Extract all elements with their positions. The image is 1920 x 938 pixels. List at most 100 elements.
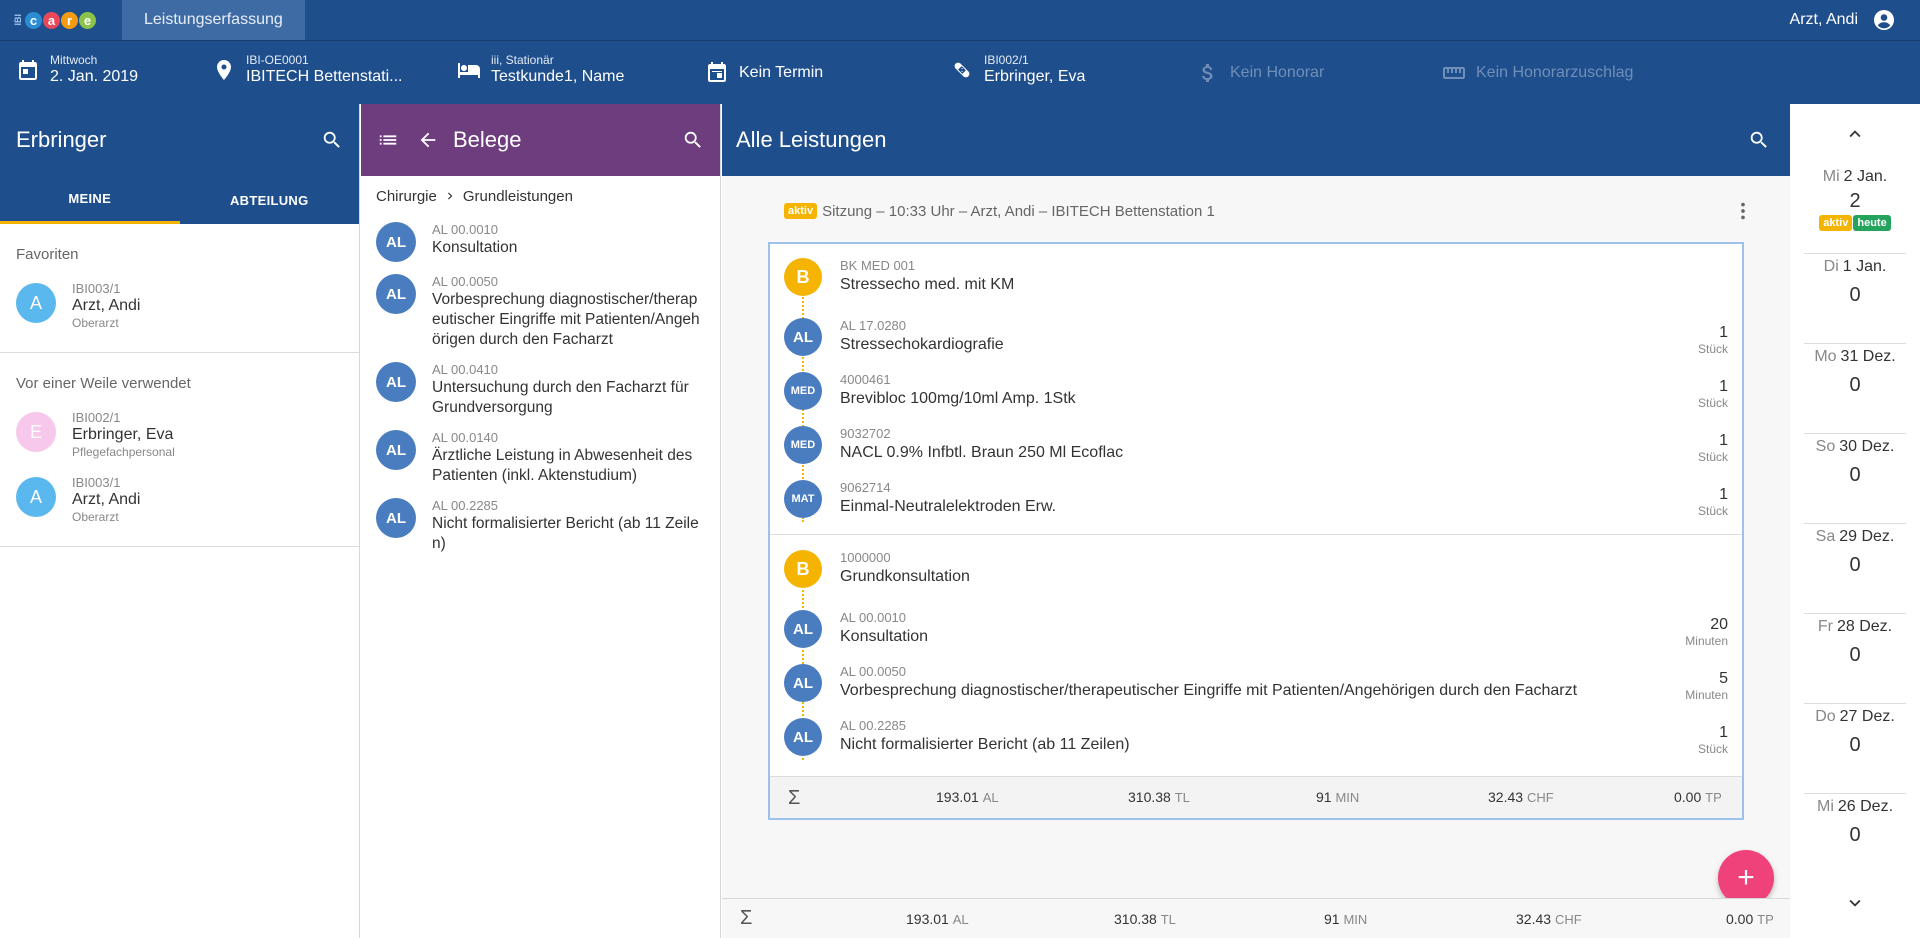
breadcrumb-item[interactable]: Chirurgie — [376, 188, 437, 205]
item-code: AL 00.0410 — [432, 362, 499, 377]
context-erbringer-id: IBI002/1 — [984, 53, 1029, 67]
sum-value: 193.01 — [906, 911, 949, 927]
day-weekday: Sa — [1815, 528, 1836, 545]
list-item[interactable]: AL AL 00.0140 Ärztliche Leistung in Abwes… — [361, 424, 720, 492]
tab-meine[interactable]: MEINE — [0, 176, 180, 224]
group-header[interactable]: B BK MED 001 Stressecho med. mit KM — [770, 250, 1742, 304]
table-row[interactable]: AL AL 00.2285 Nicht formalisierter Beric… — [770, 710, 1742, 764]
tab-abteilung[interactable]: ABTEILUNG — [180, 176, 360, 224]
leistungen-header: Alle Leistungen — [722, 104, 1790, 176]
item-code: 4000461 — [840, 372, 891, 387]
divider — [770, 534, 1742, 535]
item-name: Stressecho med. mit KM — [840, 276, 1015, 293]
day-date: 31 Dez. — [1840, 348, 1896, 365]
avatar: AL — [376, 274, 416, 314]
list-item[interactable]: AL AL 00.0410 Untersuchung durch den Fach… — [361, 356, 720, 424]
group-header[interactable]: B 1000000 Grundkonsultation — [770, 542, 1742, 596]
context-honorar[interactable]: Kein Honorar — [1196, 61, 1324, 85]
app-logo[interactable]: IBI c a r e — [0, 0, 122, 40]
calendar-day[interactable]: Mi 26 Dez. 0 — [1804, 794, 1906, 884]
more-vert-icon[interactable] — [1732, 200, 1754, 222]
sum-unit: MIN — [1335, 790, 1360, 805]
table-row[interactable]: AL AL 00.0050 Vorbesprechung diagnostisc… — [770, 656, 1742, 710]
account-circle-icon[interactable] — [1872, 8, 1896, 32]
calendar-down-button[interactable] — [1790, 892, 1920, 914]
recent-person[interactable]: A IBI003/1 Arzt, Andi Oberarzt — [0, 467, 359, 532]
search-icon[interactable] — [682, 129, 704, 151]
card-summary-row: Σ 193.01 AL 310.38 TL 91 MIN 32.43 CHF 0… — [770, 776, 1742, 818]
table-row[interactable]: AL AL 17.0280 Stressechokardiografie 1 S… — [770, 310, 1742, 364]
session-header[interactable]: aktiv Sitzung – 10:33 Uhr – Arzt, Andi –… — [784, 194, 1754, 228]
sum-value: 91 — [1316, 789, 1332, 805]
avatar: B — [784, 258, 822, 296]
day-weekday: Fr — [1817, 618, 1833, 635]
avatar: AL — [376, 222, 416, 262]
table-row[interactable]: AL AL 00.0010 Konsultation 20 Minuten — [770, 602, 1742, 656]
calendar-day[interactable]: Mi 2 Jan. 2 aktiv heute — [1804, 164, 1906, 254]
sum-value: 32.43 — [1516, 911, 1552, 927]
sum-tl: 310.38 TL — [1128, 789, 1190, 805]
day-count: 0 — [1849, 374, 1861, 396]
calendar-day[interactable]: Do 27 Dez. 0 — [1804, 704, 1906, 794]
context-location[interactable]: IBI-OE0001 IBITECH Bettenstati... — [212, 53, 403, 87]
divider — [0, 546, 359, 547]
calendar-day[interactable]: Fr 28 Dez. 0 — [1804, 614, 1906, 704]
dollar-icon — [1202, 64, 1213, 82]
day-date: 27 Dez. — [1839, 708, 1895, 725]
person-name: Arzt, Andi — [72, 297, 141, 314]
day-count: 0 — [1849, 284, 1861, 306]
user-name[interactable]: Arzt, Andi — [1790, 11, 1858, 29]
sum-value: 310.38 — [1128, 789, 1171, 805]
item-code: 1000000 — [840, 550, 891, 565]
context-termin[interactable]: Kein Termin — [705, 61, 823, 85]
logo-letter-a: a — [43, 11, 60, 29]
sum-unit: CHF — [1526, 790, 1554, 805]
calendar-up-button[interactable] — [1790, 104, 1920, 164]
item-code: AL 00.0010 — [840, 610, 907, 625]
table-row[interactable]: MED 9032702 NACL 0.9% Infbtl. Braun 250 … — [770, 418, 1742, 472]
context-bar: Mittwoch 2. Jan. 2019 IBI-OE0001 IBITECH… — [0, 40, 1920, 104]
day-count: 0 — [1849, 644, 1861, 666]
total-min: 91 MIN — [1324, 911, 1367, 927]
recent-person[interactable]: E IBI002/1 Erbringer, Eva Pflegefachpers… — [0, 402, 359, 467]
belege-title: Belege — [453, 127, 522, 152]
day-weekday: So — [1815, 438, 1836, 455]
search-icon[interactable] — [321, 129, 343, 151]
day-date: 26 Dez. — [1837, 798, 1894, 815]
context-termin-value: Kein Termin — [739, 64, 824, 81]
table-row[interactable]: MED 4000461 Brevibloc 100mg/10ml Amp. 1S… — [770, 364, 1742, 418]
item-quantity: 20 — [1710, 616, 1728, 633]
day-count: 0 — [1849, 464, 1861, 486]
context-erbringer[interactable]: IBI002/1 Erbringer, Eva — [950, 53, 1085, 87]
day-date: 30 Dez. — [1839, 438, 1895, 455]
sum-unit: AL — [952, 912, 969, 927]
context-date[interactable]: Mittwoch 2. Jan. 2019 — [16, 53, 138, 87]
item-name: Brevibloc 100mg/10ml Amp. 1Stk — [840, 390, 1076, 407]
search-icon[interactable] — [1748, 129, 1770, 151]
breadcrumb-item[interactable]: Grundleistungen — [463, 188, 573, 205]
table-row[interactable]: MAT 9062714 Einmal-Neutralelektroden Erw… — [770, 472, 1742, 526]
context-zuschlag[interactable]: Kein Honorarzuschlag — [1442, 61, 1633, 85]
favorite-person[interactable]: A IBI003/1 Arzt, Andi Oberarzt — [0, 273, 359, 338]
list-item[interactable]: AL AL 00.0010 Konsultation — [361, 216, 720, 268]
location-pin-icon — [217, 60, 231, 80]
calendar-day[interactable]: Sa 29 Dez. 0 — [1804, 524, 1906, 614]
list-icon[interactable] — [377, 129, 399, 151]
session-text: Sitzung – 10:33 Uhr – Arzt, Andi – IBITE… — [822, 202, 1215, 220]
context-patient[interactable]: iii, Stationär Testkunde1, Name — [457, 53, 624, 87]
calendar-day[interactable]: Di 1 Jan. 0 — [1804, 254, 1906, 344]
calendar-day[interactable]: Mo 31 Dez. 0 — [1804, 344, 1906, 434]
context-location-name: IBITECH Bettenstati... — [246, 68, 403, 85]
item-name: Vorbesprechung diagnostischer/therapeuti… — [840, 682, 1578, 699]
tab-leistungserfassung[interactable]: Leistungserfassung — [122, 0, 305, 40]
avatar: AL — [784, 664, 822, 702]
list-item[interactable]: AL AL 00.2285 Nicht formalisierter Berich… — [361, 492, 720, 560]
item-name: Nicht formalisierter Bericht (ab 11 Zeil… — [432, 515, 699, 552]
arrow-back-icon[interactable] — [417, 129, 439, 151]
logo-letter-c: c — [25, 11, 42, 29]
avatar: AL — [784, 318, 822, 356]
day-weekday: Mo — [1814, 348, 1837, 365]
item-code: BK MED 001 — [840, 258, 916, 273]
list-item[interactable]: AL AL 00.0050 Vorbesprechung diagnostisch… — [361, 268, 720, 356]
calendar-day[interactable]: So 30 Dez. 0 — [1804, 434, 1906, 524]
